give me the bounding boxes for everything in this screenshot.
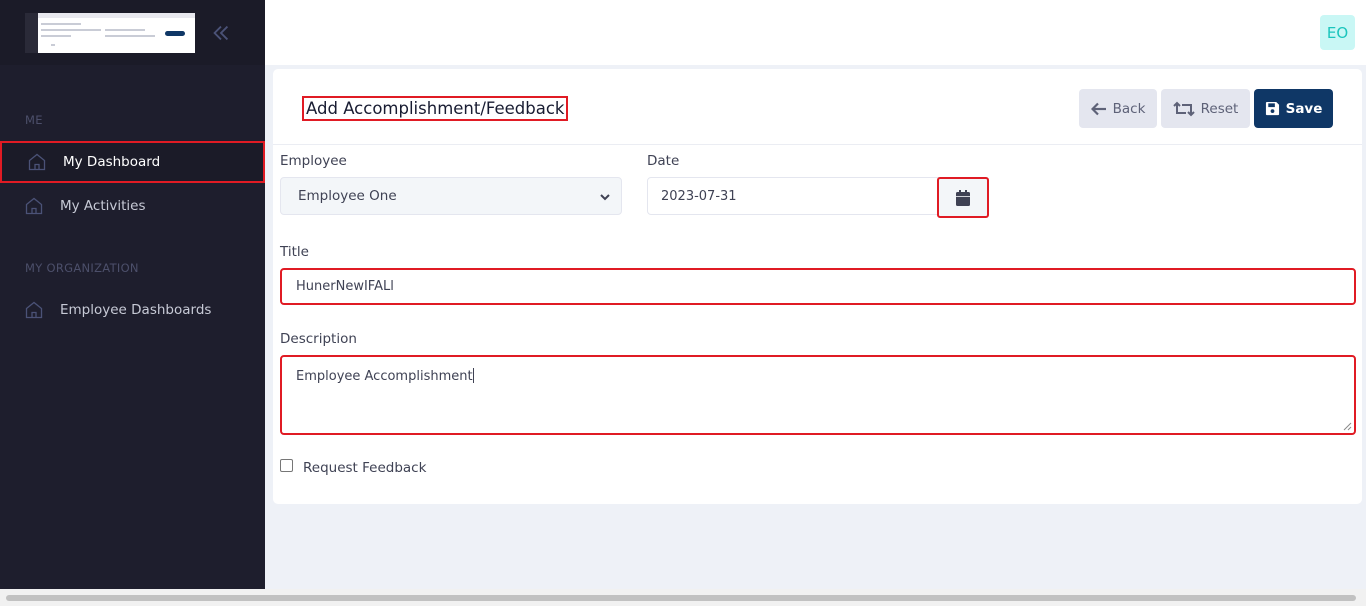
sidebar-item-label: My Dashboard — [63, 154, 161, 170]
sidebar-section-me: ME — [25, 113, 43, 127]
date-input[interactable]: 2023-07-31 — [647, 177, 939, 215]
description-textarea[interactable]: Employee Accomplishment — [280, 355, 1356, 435]
back-button[interactable]: Back — [1079, 89, 1157, 128]
card-header: Add Accomplishment/Feedback Back Reset S… — [273, 69, 1362, 145]
calendar-button[interactable] — [937, 177, 989, 218]
home-icon — [25, 301, 43, 319]
sidebar-item-my-dashboard[interactable]: My Dashboard — [0, 141, 265, 183]
sidebar: ME My Dashboard My Activities MY ORGANIZ… — [0, 0, 265, 589]
sidebar-item-label: My Activities — [60, 198, 146, 214]
calendar-icon — [956, 189, 970, 206]
reset-button-label: Reset — [1200, 100, 1239, 117]
request-feedback-checkbox[interactable] — [280, 459, 293, 472]
scrollbar-thumb[interactable] — [6, 595, 1356, 601]
home-icon — [28, 153, 46, 171]
title-input-value: HunerNewIFALl — [296, 279, 394, 294]
save-button-label: Save — [1285, 100, 1323, 117]
chevron-down-icon — [600, 194, 610, 201]
employee-select-value: Employee One — [298, 188, 397, 204]
date-input-value: 2023-07-31 — [661, 188, 737, 204]
app-logo[interactable] — [25, 13, 195, 53]
title-label: Title — [280, 244, 309, 260]
collapse-sidebar-icon[interactable] — [210, 22, 232, 44]
page-title: Add Accomplishment/Feedback — [302, 96, 569, 121]
retweet-icon — [1172, 101, 1195, 116]
horizontal-scrollbar[interactable] — [0, 589, 1366, 606]
sidebar-item-my-activities[interactable]: My Activities — [0, 185, 265, 227]
title-input[interactable]: HunerNewIFALl — [280, 268, 1356, 305]
back-button-label: Back — [1112, 100, 1146, 117]
arrow-left-icon — [1090, 102, 1106, 115]
top-header: EO — [265, 0, 1366, 65]
date-label: Date — [647, 153, 680, 169]
sidebar-item-employee-dashboards[interactable]: Employee Dashboards — [0, 289, 265, 331]
reset-button[interactable]: Reset — [1161, 89, 1250, 128]
description-value: Employee Accomplishment — [296, 369, 473, 384]
description-label: Description — [280, 331, 357, 347]
floppy-disk-icon — [1265, 101, 1279, 116]
text-cursor — [472, 368, 474, 383]
home-icon — [25, 197, 43, 215]
employee-label: Employee — [280, 153, 347, 169]
sidebar-brand — [0, 0, 265, 65]
sidebar-section-my-organization: MY ORGANIZATION — [25, 261, 139, 275]
employee-select[interactable]: Employee One — [280, 177, 622, 215]
request-feedback-label[interactable]: Request Feedback — [303, 460, 426, 476]
resize-grip-icon[interactable] — [1343, 422, 1352, 431]
sidebar-item-label: Employee Dashboards — [60, 302, 212, 318]
save-button[interactable]: Save — [1254, 89, 1333, 128]
user-avatar[interactable]: EO — [1320, 15, 1355, 50]
accomplishment-form-card: Add Accomplishment/Feedback Back Reset S… — [273, 69, 1362, 504]
